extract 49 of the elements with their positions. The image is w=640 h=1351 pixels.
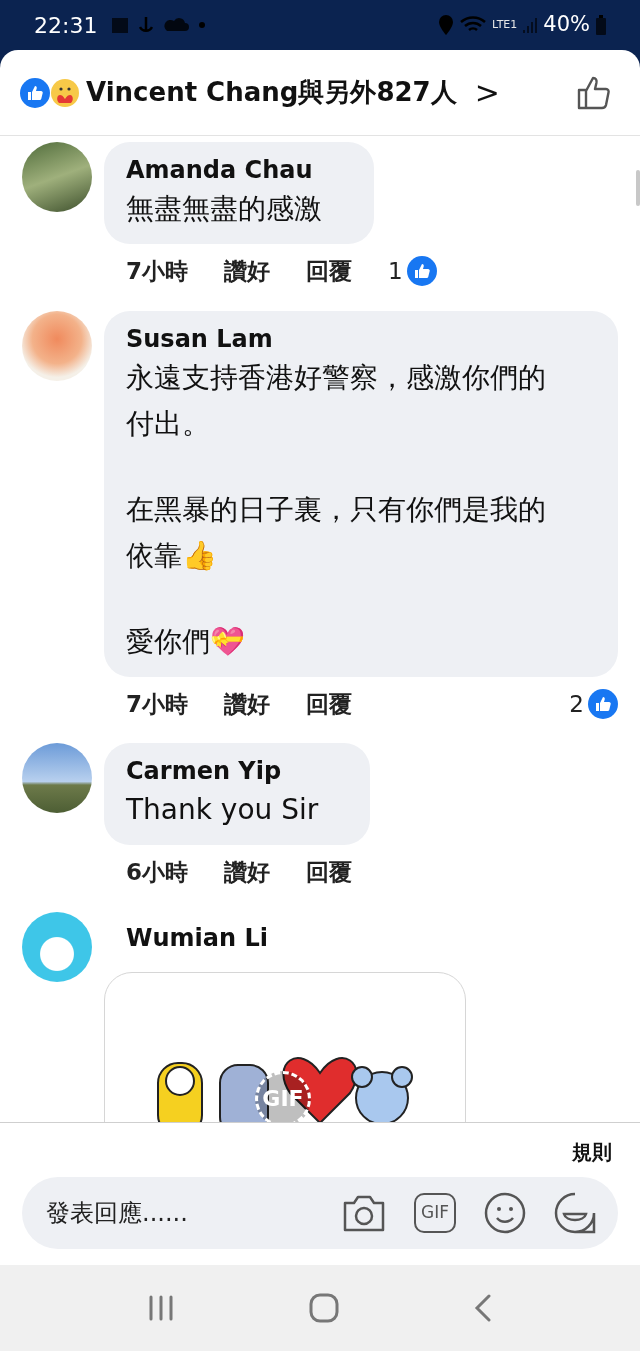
home-icon[interactable] — [309, 1293, 339, 1323]
reply-link[interactable]: 回覆 — [306, 686, 352, 721]
recent-apps-icon[interactable] — [147, 1295, 175, 1321]
gallery-icon — [111, 16, 130, 34]
scroll-indicator — [636, 170, 640, 206]
reactions-summary[interactable]: Vincent Chang與另外827人 — [86, 73, 457, 112]
like-reaction-icon — [20, 77, 50, 108]
rules-link[interactable]: 規則 — [572, 1137, 612, 1167]
comment-input[interactable]: 發表回應...... — [46, 1195, 314, 1231]
comment-time: 7小時 — [126, 689, 188, 719]
battery-percent: 40% — [543, 11, 590, 39]
reply-link[interactable]: 回覆 — [306, 254, 352, 289]
dot-icon — [199, 22, 206, 28]
cloud-icon — [163, 18, 190, 32]
comment-text: 無盡無盡的感激 — [126, 191, 322, 227]
reply-link[interactable]: 回覆 — [306, 855, 352, 890]
chevron-icon[interactable]: > — [474, 70, 500, 115]
comment-time: 7小時 — [126, 257, 188, 286]
reactions-header[interactable]: Vincent Chang與另外827人 > — [0, 50, 640, 136]
comment-text: 永遠支持香港好警察，感激你們的付出。 — [126, 359, 547, 442]
anchor-icon — [139, 16, 154, 34]
back-icon[interactable] — [473, 1294, 493, 1322]
comment-composer[interactable]: 發表回應...... GIF — [22, 1177, 618, 1249]
gif-button[interactable]: GIF — [414, 1193, 456, 1233]
signal-icon — [523, 16, 538, 34]
comment-author[interactable]: Susan Lam — [126, 322, 566, 355]
like-link[interactable]: 讚好 — [224, 855, 270, 890]
battery-icon — [596, 15, 606, 35]
sticker-icon[interactable] — [554, 1192, 596, 1234]
status-time: 22:31 — [34, 11, 98, 40]
smiley-icon[interactable] — [484, 1192, 526, 1234]
comment-text: Thank you Sir — [126, 792, 319, 828]
comment-author[interactable]: Wumian Li — [104, 911, 466, 954]
comment-author[interactable]: Carmen Yip — [126, 755, 319, 787]
comment-author[interactable]: Amanda Chau — [126, 154, 322, 186]
reaction-count[interactable]: 2 — [569, 686, 584, 721]
network-label: LTE1 — [492, 16, 518, 33]
thumbs-up-icon[interactable] — [576, 74, 612, 111]
like-link[interactable]: 讚好 — [224, 254, 270, 289]
like-reaction-icon — [588, 688, 618, 719]
comment-text: 愛你們💝 — [126, 623, 246, 660]
comment-text: 在黑暴的日子裏，只有你們是我的依靠👍 — [126, 491, 547, 574]
location-icon — [438, 15, 454, 35]
reaction-count[interactable]: 1 — [388, 254, 403, 289]
camera-icon[interactable] — [342, 1193, 386, 1233]
like-reaction-icon — [406, 256, 437, 287]
care-reaction-icon — [50, 77, 80, 108]
like-link[interactable]: 讚好 — [224, 686, 270, 721]
comment-time: 6小時 — [126, 858, 188, 887]
